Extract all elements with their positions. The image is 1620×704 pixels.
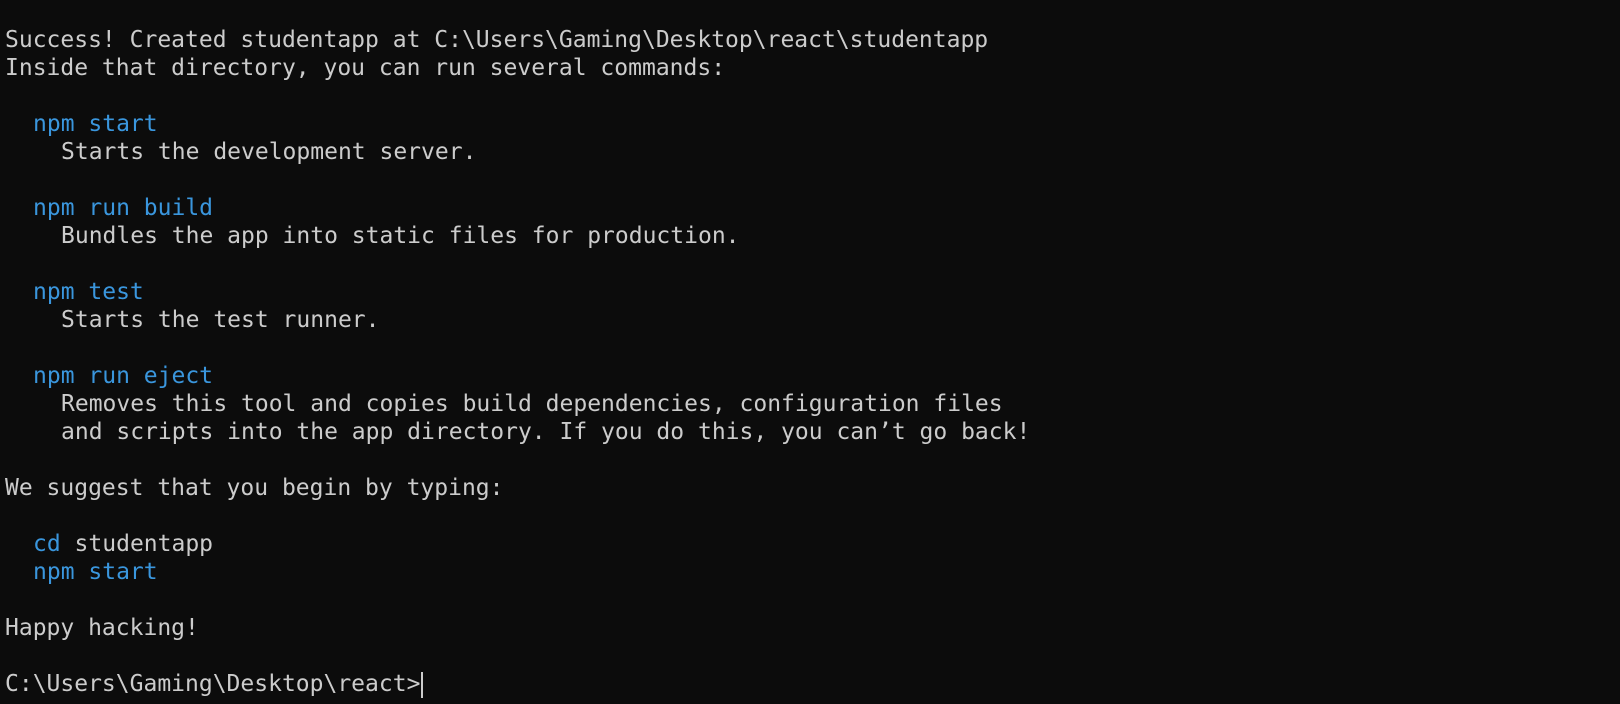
command-description: Starts the development server. (61, 139, 477, 165)
prompt-line[interactable]: C:\Users\Gaming\Desktop\react> (5, 670, 1615, 698)
happy-hacking-line: Happy hacking! (5, 615, 199, 641)
start-command-line: npm start (33, 559, 158, 585)
cd-keyword: cd (33, 531, 61, 557)
command-npm-run-eject: npm run eject (33, 363, 214, 389)
prompt-path: C:\Users\Gaming\Desktop\react> (5, 671, 421, 697)
command-description: Starts the test runner. (61, 307, 380, 333)
suggest-line: We suggest that you begin by typing: (5, 475, 504, 501)
cd-argument: studentapp (60, 531, 214, 557)
command-description: and scripts into the app directory. If y… (61, 419, 1031, 445)
success-line: Success! Created studentapp at C:\Users\… (5, 27, 989, 53)
command-npm-run-build: npm run build (33, 195, 214, 221)
cd-command-line: cd studentapp (5, 530, 1615, 558)
text-cursor[interactable] (421, 671, 424, 698)
command-description: Removes this tool and copies build depen… (61, 391, 1003, 417)
command-description: Bundles the app into static files for pr… (61, 223, 740, 249)
terminal-window[interactable]: Success! Created studentapp at C:\Users\… (5, 26, 1615, 698)
command-npm-start: npm start (33, 111, 158, 137)
inside-directory-line: Inside that directory, you can run sever… (5, 55, 726, 81)
command-npm-test: npm test (33, 279, 144, 305)
